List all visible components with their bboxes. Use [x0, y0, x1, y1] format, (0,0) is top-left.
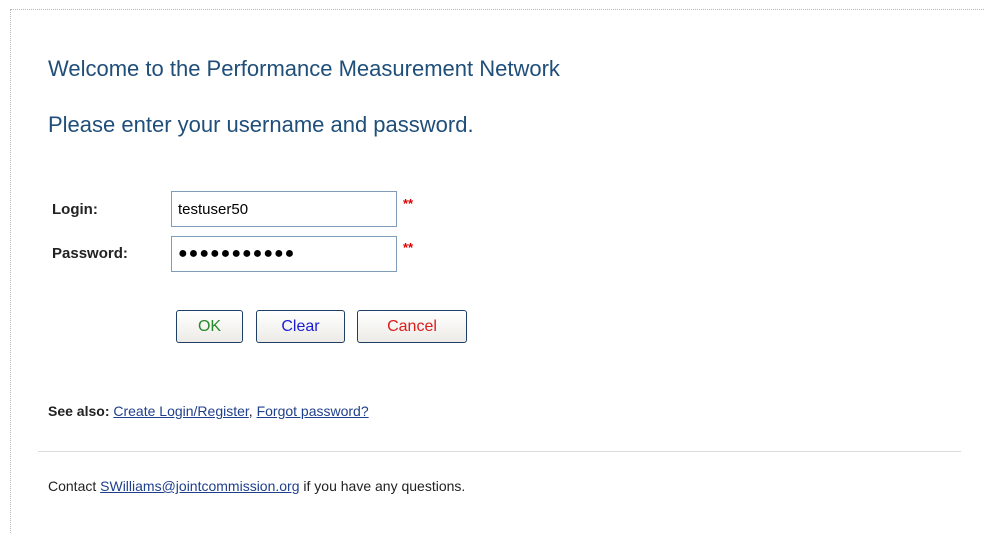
see-also-separator: , [248, 403, 253, 419]
password-label: Password: [52, 245, 128, 262]
see-also-label: See also: [48, 403, 110, 419]
cancel-button[interactable]: Cancel [357, 310, 467, 343]
contact-prefix: Contact [48, 478, 97, 494]
login-required-marker: ** [403, 196, 414, 211]
create-login-link[interactable]: Create Login/Register [113, 403, 248, 419]
contact-line: Contact SWilliams@jointcommission.org if… [48, 478, 465, 494]
login-label: Login: [52, 201, 98, 218]
forgot-password-link[interactable]: Forgot password? [257, 403, 369, 419]
login-prompt: Please enter your username and password. [48, 112, 474, 137]
password-input[interactable] [171, 236, 397, 272]
password-required-marker: ** [403, 240, 414, 255]
welcome-heading: Welcome to the Performance Measurement N… [48, 56, 560, 81]
contact-suffix: if you have any questions. [303, 478, 466, 494]
content-frame [10, 9, 984, 533]
divider [38, 451, 961, 452]
login-input[interactable] [171, 191, 397, 227]
ok-button[interactable]: OK [176, 310, 243, 343]
see-also-line: See also: Create Login/Register, Forgot … [48, 403, 369, 419]
clear-button[interactable]: Clear [256, 310, 345, 343]
contact-email-link[interactable]: SWilliams@jointcommission.org [100, 478, 299, 494]
